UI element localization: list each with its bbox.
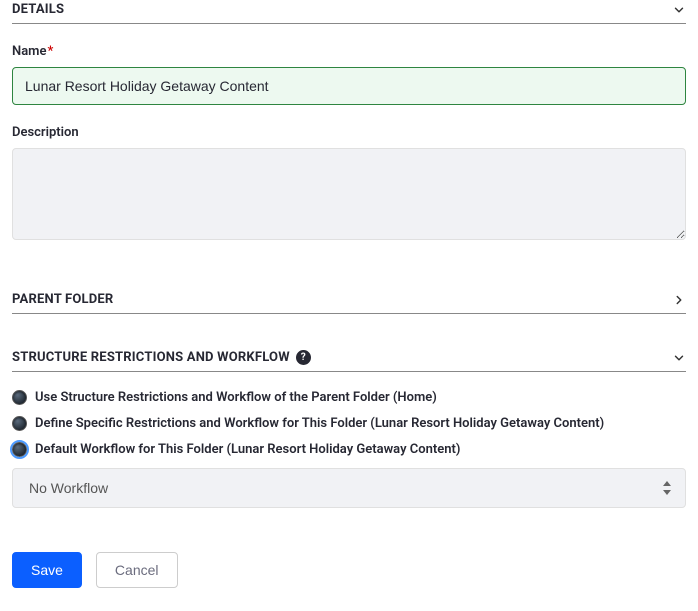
radio-icon: [12, 390, 27, 405]
radio-icon: [12, 416, 27, 431]
description-field-block: Description: [12, 125, 686, 244]
description-textarea[interactable]: [12, 148, 686, 240]
name-label-text: Name: [12, 44, 46, 59]
chevron-down-icon: [672, 351, 686, 365]
radio-label: Define Specific Restrictions and Workflo…: [35, 416, 604, 431]
help-icon[interactable]: ?: [296, 350, 311, 365]
workflow-select[interactable]: No Workflow: [12, 468, 686, 508]
radio-option-default-workflow[interactable]: Default Workflow for This Folder (Lunar …: [12, 442, 686, 457]
section-parent-folder-header[interactable]: PARENT FOLDER: [12, 290, 686, 314]
section-details-header[interactable]: DETAILS: [12, 0, 686, 24]
radio-icon: [12, 442, 27, 457]
cancel-button[interactable]: Cancel: [96, 552, 178, 588]
radio-label: Use Structure Restrictions and Workflow …: [35, 390, 437, 405]
name-input[interactable]: [12, 67, 686, 105]
radio-label: Default Workflow for This Folder (Lunar …: [35, 442, 460, 457]
chevron-down-icon: [672, 3, 686, 17]
workflow-select-wrap: No Workflow: [12, 468, 686, 508]
section-structure-header[interactable]: STRUCTURE RESTRICTIONS AND WORKFLOW ?: [12, 348, 686, 372]
name-field-block: Name*: [12, 44, 686, 105]
section-parent-folder-title: PARENT FOLDER: [12, 292, 113, 307]
workflow-radio-group: Use Structure Restrictions and Workflow …: [12, 390, 686, 457]
radio-option-parent-workflow[interactable]: Use Structure Restrictions and Workflow …: [12, 390, 686, 405]
section-details-title: DETAILS: [12, 2, 64, 17]
save-button[interactable]: Save: [12, 552, 82, 588]
section-structure-title: STRUCTURE RESTRICTIONS AND WORKFLOW: [12, 350, 290, 365]
description-label: Description: [12, 125, 686, 140]
form-actions: Save Cancel: [12, 552, 686, 588]
radio-option-specific-restrictions[interactable]: Define Specific Restrictions and Workflo…: [12, 416, 686, 431]
chevron-right-icon: [672, 293, 686, 307]
name-label: Name*: [12, 44, 686, 59]
required-asterisk: *: [47, 44, 53, 59]
